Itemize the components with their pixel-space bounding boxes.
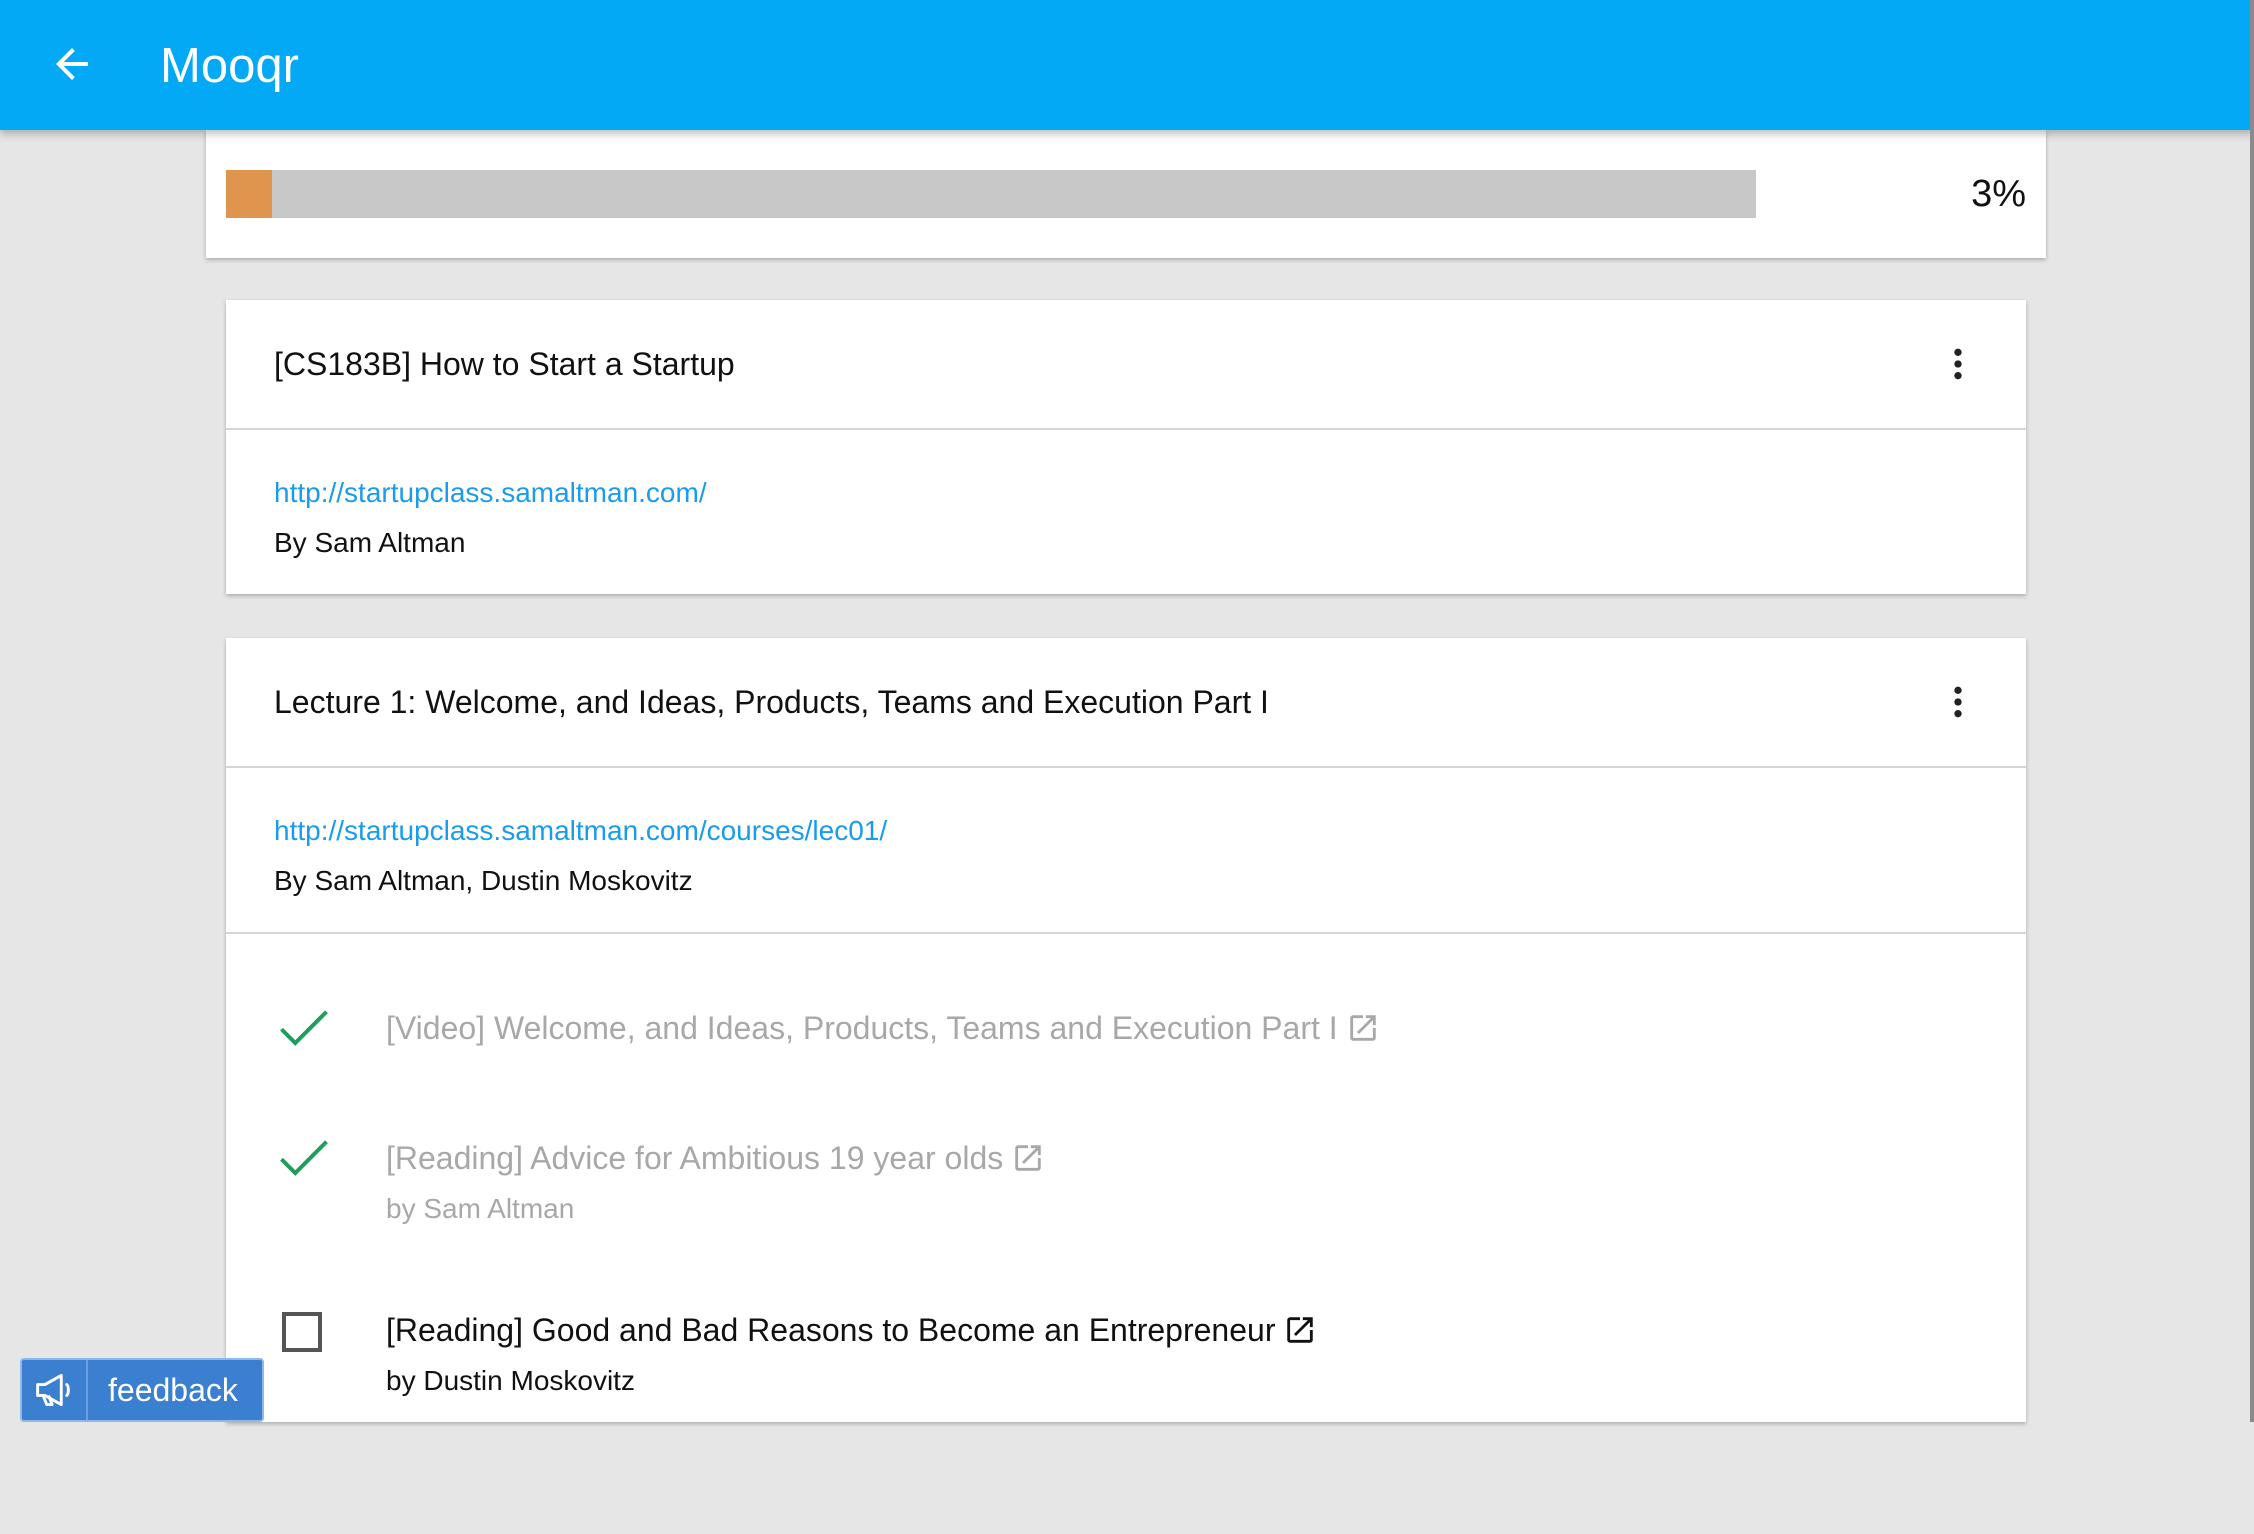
course-card-header: [CS183B] How to Start a Startup (226, 300, 2026, 430)
course-title: [CS183B] How to Start a Startup (274, 346, 735, 382)
more-vert-icon (1954, 686, 1962, 718)
lecture-title: Lecture 1: Welcome, and Ideas, Products,… (274, 684, 1269, 720)
lecture-author: By Sam Altman, Dustin Moskovitz (274, 865, 693, 896)
course-card-body: http://startupclass.samaltman.com/ By Sa… (226, 430, 2026, 594)
checkmark-icon[interactable] (274, 998, 334, 1058)
megaphone-icon (22, 1360, 88, 1420)
window-edge (2250, 0, 2254, 1422)
list-item: [Reading] Advice for Ambitious 19 year o… (226, 1114, 2026, 1244)
external-link-icon[interactable] (1011, 1141, 1045, 1175)
item-subtitle: by Sam Altman (386, 1193, 575, 1224)
arrow-back-icon (56, 48, 88, 80)
list-item: [Video] Welcome, and Ideas, Products, Te… (226, 984, 2026, 1094)
external-link-icon[interactable] (1346, 1011, 1380, 1045)
feedback-button[interactable]: feedback (20, 1358, 264, 1422)
lecture-link[interactable]: http://startupclass.samaltman.com/course… (274, 814, 887, 848)
checkmark-icon[interactable] (274, 1128, 334, 1188)
lecture-card: Lecture 1: Welcome, and Ideas, Products,… (226, 638, 2026, 1422)
checkbox-unchecked-icon[interactable] (282, 1312, 322, 1352)
progress-percent: 3% (1971, 173, 2026, 215)
lecture-items-list: [Video] Welcome, and Ideas, Products, Te… (226, 932, 2026, 1534)
course-link[interactable]: http://startupclass.samaltman.com/ (274, 476, 707, 510)
item-title[interactable]: [Reading] Advice for Ambitious 19 year o… (386, 1138, 1045, 1178)
item-title[interactable]: [Reading] Good and Bad Reasons to Become… (386, 1310, 1317, 1350)
external-link-icon[interactable] (1283, 1313, 1317, 1347)
app-bar: Mooqr (0, 0, 2254, 130)
progress-bar (226, 170, 1756, 218)
course-author: By Sam Altman (274, 527, 466, 558)
back-button[interactable] (36, 28, 108, 100)
item-subtitle: by Dustin Moskovitz (386, 1365, 635, 1396)
lecture-card-header: Lecture 1: Welcome, and Ideas, Products,… (226, 638, 2026, 768)
lecture-card-body: http://startupclass.samaltman.com/course… (226, 768, 2026, 932)
app-title: Mooqr (160, 39, 299, 93)
list-item: [Reading] Good and Bad Reasons to Become… (226, 1288, 2026, 1418)
item-title[interactable]: [Video] Welcome, and Ideas, Products, Te… (386, 1008, 1380, 1048)
progress-bar-fill (226, 170, 272, 218)
lecture-menu-button[interactable] (1930, 674, 1986, 730)
feedback-label: feedback (108, 1371, 238, 1408)
course-card: [CS183B] How to Start a Startup http://s… (226, 300, 2026, 594)
more-vert-icon (1954, 348, 1962, 380)
course-menu-button[interactable] (1930, 336, 1986, 392)
progress-card: 3% (206, 130, 2046, 258)
